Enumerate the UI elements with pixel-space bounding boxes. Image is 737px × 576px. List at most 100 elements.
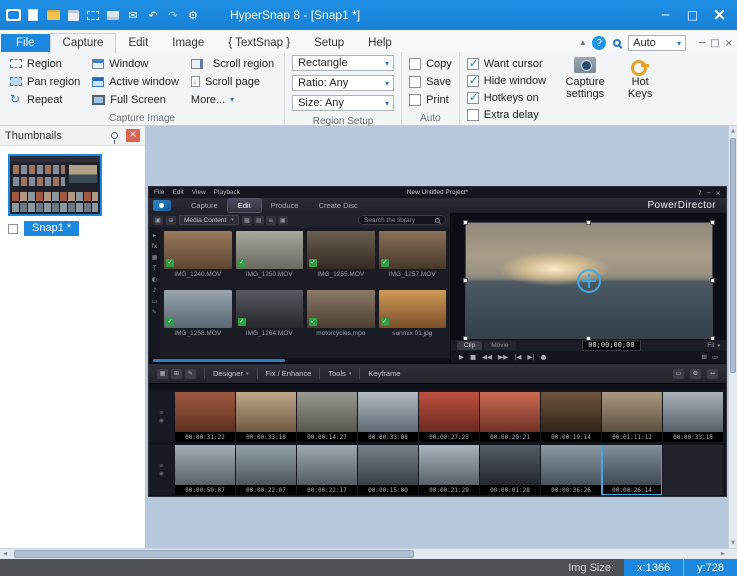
snap-label[interactable]: Snap1 * <box>24 221 80 236</box>
pd-menu-item[interactable]: File <box>154 189 164 196</box>
scroll-left-arrow[interactable]: ◀ <box>0 549 10 559</box>
timeline-clip[interactable]: 00:00:31:22 <box>175 392 235 442</box>
print-button[interactable] <box>104 7 122 23</box>
ribbon-tab[interactable]: File <box>1 34 50 52</box>
pd-mode-tab[interactable]: Produce <box>261 199 309 212</box>
timeline-clip[interactable]: 00:00:20:21 <box>480 392 540 442</box>
ribbon-tab[interactable]: { TextSnap } <box>216 34 302 52</box>
settings-button[interactable]: ⚙ <box>184 7 202 23</box>
snap-thumbnail[interactable] <box>8 154 102 216</box>
hot-keys-button[interactable]: Hot Keys <box>621 54 659 123</box>
scroll-page-button[interactable]: Scroll page <box>188 73 277 90</box>
ribbon-tab[interactable]: Edit <box>116 34 160 52</box>
pd-room-icon[interactable]: ▦ <box>152 254 158 261</box>
doc-minimize-icon[interactable]: ─ <box>699 38 705 49</box>
pd-preview-frame[interactable] <box>463 220 715 341</box>
doc-restore-icon[interactable]: □ <box>710 38 719 49</box>
timeline-clip[interactable]: 00:00:14:27 <box>297 392 357 442</box>
pd-window-control-icon[interactable]: ? <box>698 189 701 197</box>
pd-menu-item[interactable]: Edit <box>172 189 183 196</box>
pd-room-icon[interactable]: ◐ <box>152 276 157 283</box>
minimize-button[interactable]: ─ <box>652 4 679 26</box>
doc-close-icon[interactable]: × <box>725 38 733 49</box>
pd-clip-toggle[interactable]: Clip <box>457 341 483 350</box>
pd-toolbar-icon[interactable]: ⊞ <box>171 368 182 379</box>
timeline-clip[interactable]: 00:00:27:23 <box>419 392 479 442</box>
pd-mode-tab[interactable]: Capture <box>181 199 228 212</box>
media-item[interactable]: ✓ IMG_1250.MOV <box>235 231 303 278</box>
pd-mode-tab[interactable]: Edit <box>227 199 261 212</box>
repeat-button[interactable]: ↻ Repeat <box>7 91 83 108</box>
ribbon-tab[interactable]: Setup <box>302 34 356 52</box>
pd-transport-button[interactable]: |◀ <box>514 353 521 361</box>
timeline-clip[interactable]: 00:00:33:08 <box>358 392 418 442</box>
pd-view-icon[interactable]: ▣ <box>277 215 288 225</box>
new-document-button[interactable] <box>24 7 42 23</box>
selection-handle[interactable] <box>710 220 715 225</box>
save-checkbox[interactable]: Save <box>409 74 452 89</box>
hide-window-checkbox[interactable]: Hide window <box>466 73 546 88</box>
pd-window-control-icon[interactable]: × <box>716 189 721 197</box>
timeline-clip[interactable]: 00:00:01:28 <box>480 445 540 495</box>
media-item[interactable]: ✓ IMG_1257.MOV <box>378 231 446 278</box>
pd-track-icon[interactable]: ◉ <box>159 418 164 424</box>
pd-view-icon[interactable]: ≡ <box>265 215 276 225</box>
capture-settings-button[interactable]: Capture settings <box>557 54 613 123</box>
pd-view-icon[interactable]: ▤ <box>253 215 264 225</box>
pd-window-control-icon[interactable]: ─ <box>707 189 711 197</box>
pd-track-icon[interactable]: ◉ <box>159 471 164 477</box>
want-cursor-checkbox[interactable]: Want cursor <box>466 56 546 71</box>
pd-transport-button[interactable]: ■ <box>470 353 476 361</box>
pd-room-icon[interactable]: T <box>153 265 157 272</box>
panel-close-button[interactable]: × <box>126 129 140 142</box>
full-screen-button[interactable]: Full Screen <box>89 91 182 108</box>
pd-transport-icon[interactable]: ⊞ <box>701 353 706 361</box>
scroll-right-arrow[interactable]: ▶ <box>718 549 728 559</box>
timeline-clip[interactable]: 00:00:21:29 <box>419 445 479 495</box>
collapse-ribbon-icon[interactable]: ▴ <box>581 38 586 48</box>
pd-transport-button[interactable]: ▶| <box>527 353 534 361</box>
pd-transport-icon[interactable]: ▭ <box>712 353 718 361</box>
pd-library-tool-icon[interactable]: ▣ <box>153 215 163 225</box>
pd-room-icon[interactable]: ▸ <box>153 232 156 239</box>
pd-fit-dropdown[interactable]: Fit ▾ <box>707 342 720 349</box>
media-item[interactable]: ✓ motorcycles.mpo <box>307 290 375 337</box>
undo-button[interactable]: ↶ <box>144 7 162 23</box>
vertical-scrollbar[interactable]: ▲ ▼ <box>728 126 737 548</box>
scroll-down-arrow[interactable]: ▼ <box>729 538 737 548</box>
close-button[interactable]: × <box>706 4 733 26</box>
scrollbar-thumb[interactable] <box>14 550 414 558</box>
zoom-combobox[interactable]: Auto ▾ <box>628 35 687 51</box>
help-icon[interactable]: ? <box>592 36 607 50</box>
scroll-up-arrow[interactable]: ▲ <box>729 126 737 136</box>
snap-checkbox[interactable] <box>8 223 18 234</box>
captured-screenshot-powerdirector[interactable]: New Untitled Project* File Edit View Playba… <box>148 186 727 497</box>
redo-button[interactable]: ↷ <box>164 7 182 23</box>
pd-movie-toggle[interactable]: Movie <box>484 341 516 350</box>
copy-checkbox[interactable]: Copy <box>409 56 452 71</box>
selection-handle[interactable] <box>463 220 468 225</box>
timeline-clip[interactable]: 00:00:33:18 <box>663 392 723 442</box>
image-canvas[interactable]: New Untitled Project* File Edit View Playba… <box>146 126 728 548</box>
pd-keyframe-button[interactable]: Keyframe <box>368 369 400 378</box>
pd-room-icon[interactable]: fx <box>152 243 158 250</box>
ribbon-tab[interactable]: Help <box>356 34 404 52</box>
pan-region-button[interactable]: Pan region <box>7 73 83 90</box>
timeline-clip[interactable]: 00:01:11:12 <box>602 392 662 442</box>
timeline-empty-slot[interactable] <box>663 445 723 495</box>
size-dropdown[interactable]: Size: Any ▾ <box>292 95 395 111</box>
region-button[interactable]: Region <box>7 55 83 72</box>
email-button[interactable]: ✉ <box>124 7 142 23</box>
pd-designer-button[interactable]: Designer ▾ <box>213 369 249 378</box>
media-item[interactable]: ✓ IMG_1255.MOV <box>307 231 375 278</box>
pd-menu-item[interactable]: Playback <box>214 189 240 196</box>
capture-button[interactable] <box>84 7 102 23</box>
pd-mode-tab[interactable]: Create Disc <box>309 199 368 212</box>
more-button[interactable]: More... ▾ <box>188 91 277 108</box>
pd-toolbar-icon[interactable]: ✎ <box>185 368 196 379</box>
pd-media-content-dropdown[interactable]: Media Content ▾ <box>179 215 239 225</box>
pd-room-icon[interactable]: ♪ <box>153 287 157 294</box>
horizontal-scrollbar[interactable]: ◀ ▶ <box>0 548 737 559</box>
timeline-clip[interactable]: 00:00:22:17 <box>297 445 357 495</box>
media-item[interactable]: ✓ sunmix 01.jpg <box>378 290 446 337</box>
